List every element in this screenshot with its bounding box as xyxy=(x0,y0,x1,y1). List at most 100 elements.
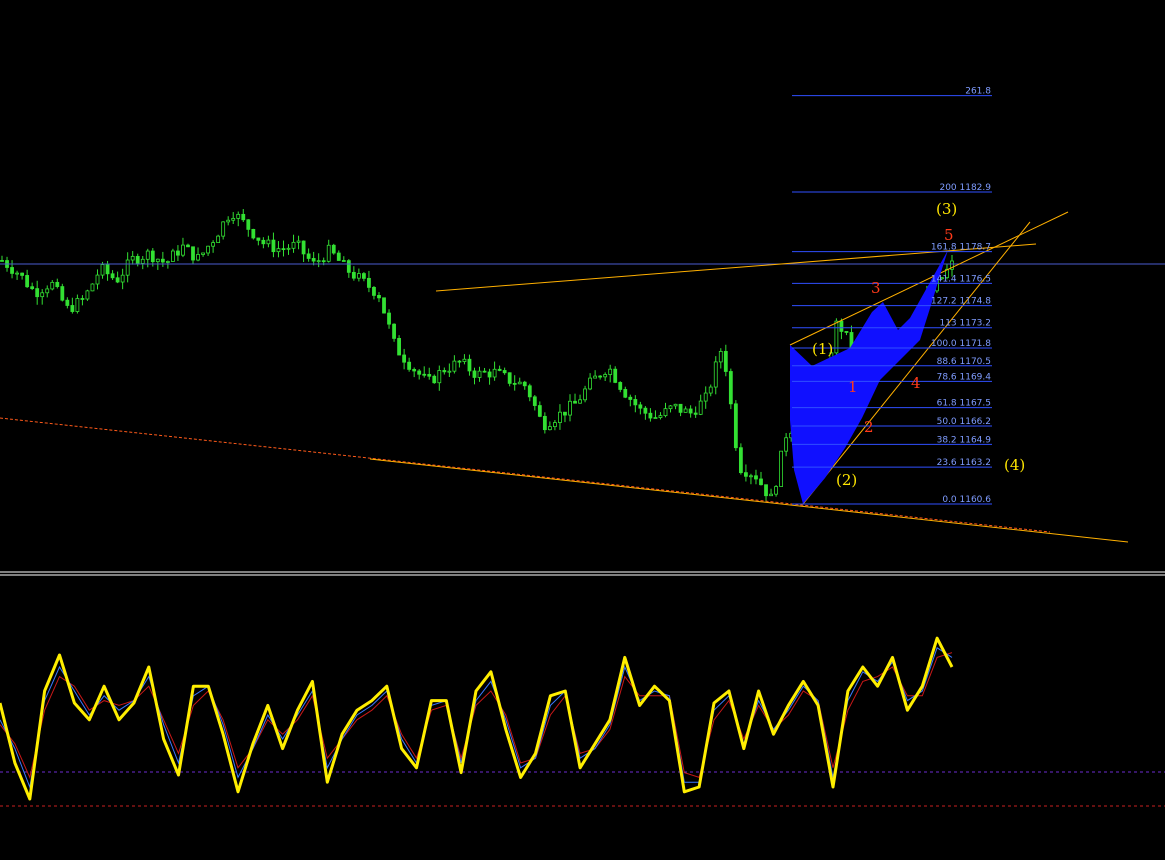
candle-body xyxy=(231,217,236,221)
candle-body xyxy=(25,275,30,288)
candle-body xyxy=(462,358,467,362)
fib-level-label: 61.8 1167.5 xyxy=(937,399,991,409)
minor-wave-label-2: 2 xyxy=(864,418,874,436)
candle-body xyxy=(387,312,391,325)
candle-body xyxy=(668,405,673,410)
candle-body xyxy=(744,472,748,477)
candle-body xyxy=(336,252,341,261)
candle-body xyxy=(341,260,346,262)
candle-body xyxy=(110,273,115,279)
candle-body xyxy=(713,361,718,388)
candle-body xyxy=(321,260,326,263)
fib-level-label: 161.8 1178.7 xyxy=(931,243,991,253)
candle-body xyxy=(201,252,205,255)
candle-body xyxy=(558,411,562,423)
candle-body xyxy=(432,375,437,384)
candle-body xyxy=(769,493,773,497)
candle-body xyxy=(281,248,286,251)
candle-body xyxy=(613,368,618,383)
candle-body xyxy=(759,478,763,486)
candle-body xyxy=(0,260,4,262)
candle-body xyxy=(517,381,522,385)
candle-body xyxy=(427,374,432,377)
candle-body xyxy=(306,253,311,259)
candle-body xyxy=(417,370,422,375)
candle-body xyxy=(738,447,743,474)
candle-body xyxy=(75,298,80,312)
fib-level-label: 50.0 1166.2 xyxy=(937,417,991,427)
fib-level-label: 113 1173.2 xyxy=(939,319,991,329)
wave-label-1: (1) xyxy=(812,340,833,358)
candle-body xyxy=(728,371,733,405)
candle-body xyxy=(784,437,789,452)
candle-body xyxy=(718,350,723,363)
fib-level-label: 141.4 1176.5 xyxy=(931,274,991,284)
candle-body xyxy=(764,484,768,497)
candle-body xyxy=(507,372,512,384)
candle-body xyxy=(100,264,105,276)
candle-body xyxy=(397,338,401,356)
candle-body xyxy=(442,370,447,373)
candle-body xyxy=(683,408,688,413)
candle-body xyxy=(196,254,200,261)
candle-body xyxy=(356,273,361,279)
candle-body xyxy=(160,258,165,263)
candle-body xyxy=(145,250,150,260)
fib-level-label: 38.2 1164.9 xyxy=(937,435,992,445)
wave-label-4: (4) xyxy=(1004,456,1025,474)
candle-body xyxy=(251,228,256,239)
candle-body xyxy=(85,290,90,300)
candle-body xyxy=(311,258,316,262)
candle-body xyxy=(542,415,547,431)
candle-body xyxy=(226,219,231,223)
candle-body xyxy=(246,219,251,230)
candle-body xyxy=(502,370,507,374)
candle-body xyxy=(733,403,738,449)
candle-body xyxy=(95,274,100,285)
candle-body xyxy=(326,244,331,262)
candle-body xyxy=(191,246,195,261)
candle-body xyxy=(105,264,110,275)
candle-body xyxy=(537,405,542,417)
candle-body xyxy=(522,381,527,387)
candle-body xyxy=(140,258,145,264)
chart-canvas: 261.8 200 1182.9 161.8 1178.7 141.4 1176.5 1… xyxy=(0,0,1165,856)
candle-body xyxy=(603,374,608,378)
candle-body xyxy=(749,475,753,478)
candle-body xyxy=(186,244,190,248)
minor-wave-label-1: 1 xyxy=(848,378,858,396)
candle-body xyxy=(663,408,668,417)
candle-body xyxy=(65,299,70,306)
candle-body xyxy=(754,475,758,480)
candle-body xyxy=(115,277,120,283)
candle-body xyxy=(30,286,35,290)
candle-body xyxy=(618,382,623,390)
candle-body xyxy=(362,273,366,279)
candle-body xyxy=(658,415,663,418)
candle-body xyxy=(452,360,457,372)
candle-body xyxy=(492,368,497,378)
candle-body xyxy=(316,260,321,263)
candle-body xyxy=(633,399,638,406)
fib-level-label: 200 1182.9 xyxy=(939,183,991,193)
candle-body xyxy=(286,247,291,250)
candle-body xyxy=(693,412,698,415)
candle-body xyxy=(45,288,50,294)
candle-body xyxy=(407,361,412,370)
candle-body xyxy=(70,305,75,312)
chart-root: 261.8 200 1182.9 161.8 1178.7 141.4 1176.5 1… xyxy=(0,0,1165,856)
candle-body xyxy=(165,261,170,263)
candle-body xyxy=(487,371,492,378)
candle-body xyxy=(55,281,60,287)
candle-body xyxy=(20,272,25,276)
candle-body xyxy=(35,288,40,298)
candle-body xyxy=(372,287,376,296)
candle-body xyxy=(648,412,653,419)
candle-body xyxy=(688,408,693,414)
candle-body xyxy=(135,255,140,264)
candle-body xyxy=(723,350,728,372)
candle-body xyxy=(583,388,587,401)
candle-body xyxy=(15,272,19,275)
candle-body xyxy=(331,244,336,254)
candle-body xyxy=(643,407,648,414)
